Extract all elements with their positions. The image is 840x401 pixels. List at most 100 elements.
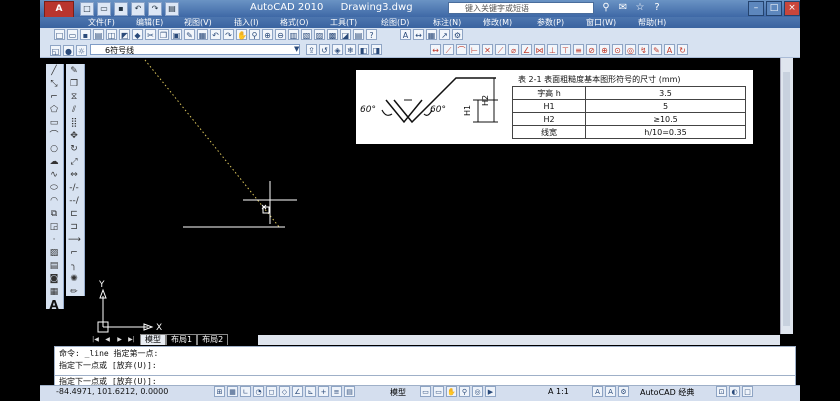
angular-icon[interactable]: ∠: [521, 44, 532, 55]
print-icon[interactable]: ▤: [165, 2, 179, 16]
tab-layout2[interactable]: 布局2: [197, 334, 229, 345]
linear-dim-icon[interactable]: ↔: [430, 44, 441, 55]
break-icon[interactable]: ⊘: [586, 44, 597, 55]
layout-icon[interactable]: ▭: [420, 386, 431, 397]
rectangle-icon[interactable]: ▭: [48, 118, 60, 129]
menu-file[interactable]: 文件(F): [88, 17, 115, 28]
tab-layout1[interactable]: 布局1: [166, 334, 198, 345]
edit-icon[interactable]: ✏: [68, 287, 80, 298]
menu-help[interactable]: 帮助(H): [638, 17, 666, 28]
chevron-down-icon[interactable]: ▼: [294, 45, 301, 54]
multiline-text-icon[interactable]: A: [48, 299, 60, 311]
chamfer-icon[interactable]: ⌐: [68, 248, 80, 259]
maximize-icon[interactable]: □: [766, 1, 782, 16]
save-icon[interactable]: ▪: [80, 29, 91, 40]
erase-icon[interactable]: ✎: [68, 66, 80, 77]
space-icon[interactable]: ≡: [573, 44, 584, 55]
polar-icon[interactable]: ◔: [253, 386, 264, 397]
gear-icon[interactable]: ⚙: [618, 386, 629, 397]
favorites-icon[interactable]: ☆: [634, 2, 646, 14]
lineweight-icon[interactable]: ≡: [331, 386, 342, 397]
menu-draw[interactable]: 绘图(D): [381, 17, 409, 28]
redo-icon[interactable]: ↷: [223, 29, 234, 40]
table-icon[interactable]: ▦: [48, 287, 60, 298]
spline-icon[interactable]: ∿: [48, 170, 60, 181]
tab-model[interactable]: 模型: [140, 334, 166, 345]
copy-icon[interactable]: ❐: [68, 79, 80, 90]
zoom-icon[interactable]: ⚲: [459, 386, 470, 397]
layer-lock-icon[interactable]: ◧: [358, 44, 369, 55]
workspace-icon[interactable]: ⚙: [452, 29, 463, 40]
grid-icon[interactable]: ▦: [227, 386, 238, 397]
fillet-icon[interactable]: ╮: [68, 261, 80, 272]
sheet-set-icon[interactable]: ▩: [327, 29, 338, 40]
center-mark-icon[interactable]: ⊙: [612, 44, 623, 55]
mirror-icon[interactable]: ⧖: [68, 92, 80, 103]
hatch-icon[interactable]: ▨: [48, 248, 60, 259]
quick-dim-icon[interactable]: ⋈: [534, 44, 545, 55]
annotation-visibility-icon[interactable]: A: [592, 386, 603, 397]
offset-icon[interactable]: ⫽: [68, 105, 80, 116]
diameter-icon[interactable]: ⌀: [508, 44, 519, 55]
open-icon[interactable]: ▭: [67, 29, 78, 40]
cut-icon[interactable]: ✂: [145, 29, 156, 40]
explode-icon[interactable]: ✺: [68, 274, 80, 285]
block-editor-icon[interactable]: ▦: [197, 29, 208, 40]
lock-icon[interactable]: ⊡: [716, 386, 727, 397]
zoom-previous-icon[interactable]: ⊖: [275, 29, 286, 40]
jogged-linear-icon[interactable]: ↯: [638, 44, 649, 55]
help-icon[interactable]: ?: [366, 29, 377, 40]
rotate-icon[interactable]: ↻: [68, 144, 80, 155]
polygon-icon[interactable]: ⬠: [48, 105, 60, 116]
markup-icon[interactable]: ◪: [340, 29, 351, 40]
revision-cloud-icon[interactable]: ☁: [48, 157, 60, 168]
print-icon[interactable]: ▤: [93, 29, 104, 40]
horizontal-scrollbar[interactable]: [258, 335, 780, 345]
sun-icon[interactable]: ☼: [76, 45, 87, 56]
prev-tab-icon[interactable]: ◀: [102, 335, 113, 344]
preview-icon[interactable]: ◫: [106, 29, 117, 40]
baseline-icon[interactable]: ⊥: [547, 44, 558, 55]
showmotion-icon[interactable]: ▶: [485, 386, 496, 397]
menu-modify[interactable]: 修改(M): [483, 17, 512, 28]
menu-insert[interactable]: 插入(I): [234, 17, 259, 28]
design-center-icon[interactable]: ▧: [301, 29, 312, 40]
new-icon[interactable]: □: [80, 2, 94, 16]
undo-icon[interactable]: ↶: [210, 29, 221, 40]
layer-isolate-icon[interactable]: ◈: [332, 44, 343, 55]
snap-icon[interactable]: ⊞: [214, 386, 225, 397]
point-icon[interactable]: ·: [48, 235, 60, 246]
make-current-icon[interactable]: ⇪: [306, 44, 317, 55]
undo-icon[interactable]: ↶: [131, 2, 145, 16]
pan-icon[interactable]: ✋: [236, 29, 247, 40]
annotation-scale[interactable]: A 1:1: [548, 387, 569, 396]
tolerance-icon[interactable]: ⊕: [599, 44, 610, 55]
first-tab-icon[interactable]: |◀: [90, 335, 101, 344]
paste-icon[interactable]: ▣: [171, 29, 182, 40]
3d-osnap-icon[interactable]: ◇: [279, 386, 290, 397]
ortho-icon[interactable]: ∟: [240, 386, 251, 397]
pan-icon[interactable]: ✋: [446, 386, 457, 397]
menu-edit[interactable]: 编辑(E): [136, 17, 163, 28]
osnap-icon[interactable]: ◻: [266, 386, 277, 397]
polyline-icon[interactable]: ⌐: [48, 92, 60, 103]
properties-icon[interactable]: ▥: [288, 29, 299, 40]
menu-view[interactable]: 视图(V): [184, 17, 212, 28]
vertical-scrollbar[interactable]: [780, 58, 793, 334]
zoom-realtime-icon[interactable]: ⚲: [249, 29, 260, 40]
binoculars-icon[interactable]: ⚲: [600, 2, 612, 14]
jogged-icon[interactable]: ⟋: [495, 44, 506, 55]
ordinate-icon[interactable]: ⊢: [469, 44, 480, 55]
close-icon[interactable]: ×: [784, 1, 800, 16]
otrack-icon[interactable]: ∠: [292, 386, 303, 397]
model-space-toggle[interactable]: 模型: [390, 387, 406, 398]
menu-window[interactable]: 窗口(W): [586, 17, 616, 28]
extend-icon[interactable]: --/: [68, 196, 80, 207]
menu-dimension[interactable]: 标注(N): [433, 17, 461, 28]
ellipse-arc-icon[interactable]: ◠: [48, 196, 60, 207]
join-icon[interactable]: ⟶: [68, 235, 81, 246]
stretch-icon[interactable]: ⇔: [68, 170, 80, 181]
inspect-icon[interactable]: ◎: [625, 44, 636, 55]
layout-icon[interactable]: ▭: [433, 386, 444, 397]
dimstyle-icon[interactable]: ↔: [413, 29, 424, 40]
